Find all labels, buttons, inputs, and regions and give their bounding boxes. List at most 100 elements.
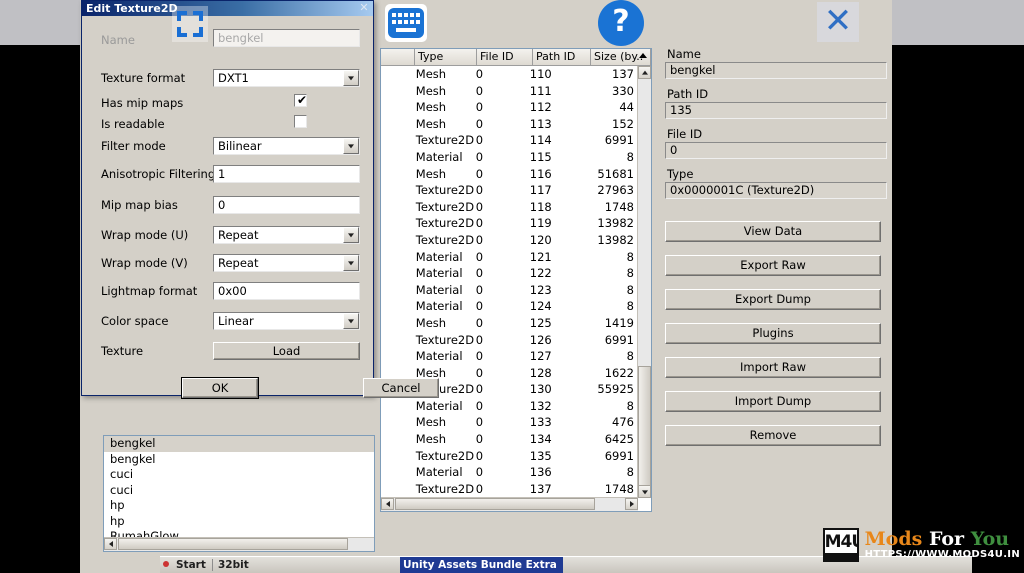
asset-name-list-body[interactable]: bengkel bengkel cuci cuci hp hp RumahGlow — [104, 436, 374, 538]
list-item[interactable]: hp — [104, 498, 374, 514]
table-row[interactable]: Texture2D 0 120 13982 — [381, 232, 638, 249]
dialog-ok-button[interactable]: OK — [182, 378, 258, 398]
column-header-name[interactable] — [381, 49, 415, 65]
table-row[interactable]: Material 0 124 8 — [381, 298, 638, 315]
chevron-down-icon[interactable] — [343, 227, 359, 243]
list-item[interactable]: cuci — [104, 467, 374, 483]
chevron-down-icon[interactable] — [343, 313, 359, 329]
asset-name-list[interactable]: bengkel bengkel cuci cuci hp hp RumahGlow — [103, 435, 375, 552]
export-raw-button[interactable]: Export Raw — [665, 255, 881, 276]
table-cell-path-id: 110 — [529, 67, 552, 81]
table-row[interactable]: Texture2D 0 137 1748 — [381, 481, 638, 498]
dialog-cancel-button[interactable]: Cancel — [363, 378, 439, 398]
list-item[interactable]: cuci — [104, 483, 374, 499]
dialog-lightmap-format-input[interactable]: 0x00 — [213, 282, 360, 300]
table-cell-file-id: 0 — [475, 432, 484, 447]
horizontal-scroll-thumb[interactable] — [395, 498, 595, 510]
close-icon[interactable]: ✕ — [357, 2, 371, 15]
view-data-button[interactable]: View Data — [665, 221, 881, 242]
table-cell-size: 1748 — [604, 199, 634, 214]
dialog-texture-load-button[interactable]: Load — [213, 342, 360, 360]
dialog-is-readable-checkbox[interactable] — [294, 115, 307, 128]
plugins-button[interactable]: Plugins — [665, 323, 881, 344]
scroll-left-button[interactable] — [381, 498, 394, 510]
table-row[interactable]: Material 0 127 8 — [381, 348, 638, 365]
dialog-has-mip-maps-checkbox[interactable]: ✔ — [294, 94, 307, 107]
table-row[interactable]: Texture2D 0 114 6991 — [381, 132, 638, 149]
remove-button[interactable]: Remove — [665, 425, 881, 446]
taskbar-task-unity-assets-bundle-extra[interactable]: Unity Assets Bundle Extra — [400, 557, 563, 573]
table-row[interactable]: Texture2D 0 118 1748 — [381, 199, 638, 216]
table-row[interactable]: Material 0 121 8 — [381, 249, 638, 266]
taskbar-32bit-label[interactable]: 32bit — [218, 558, 249, 572]
asset-table[interactable]: Type File ID Path ID Size (by.. Mesh 0 110… — [380, 48, 652, 512]
name-list-horizontal-scrollbar[interactable] — [104, 537, 374, 551]
table-cell-size: 6991 — [604, 332, 634, 347]
table-cell-type: Texture2D — [415, 332, 474, 347]
table-row[interactable]: Texture2D 0 135 6991 — [381, 448, 638, 465]
asset-table-body[interactable]: Mesh 0 110 137 Mesh 0 111 330 Mesh 0 112 44 Mesh 0 113… — [381, 66, 638, 498]
table-row[interactable]: Texture2D 0 119 13982 — [381, 215, 638, 232]
table-row[interactable]: Mesh 0 111 330 — [381, 83, 638, 100]
keyboard-icon[interactable] — [385, 4, 427, 42]
property-value-name[interactable]: bengkel — [665, 62, 887, 79]
column-header-size[interactable]: Size (by.. — [591, 49, 651, 65]
name-list-scroll-thumb[interactable] — [118, 538, 348, 550]
property-value-type[interactable]: 0x0000001C (Texture2D) — [665, 182, 887, 199]
dialog-wrap-mode-u-select[interactable]: Repeat — [213, 226, 360, 244]
table-cell-path-id: 134 — [529, 432, 552, 447]
fullscreen-expand-icon[interactable] — [172, 6, 208, 42]
table-cell-size: 8 — [626, 398, 634, 413]
list-item[interactable]: bengkel — [104, 436, 374, 452]
column-header-path-id[interactable]: Path ID — [533, 49, 591, 65]
table-row[interactable]: Mesh 0 125 1419 — [381, 315, 638, 332]
table-row[interactable]: Material 0 115 8 — [381, 149, 638, 166]
import-dump-button[interactable]: Import Dump — [665, 391, 881, 412]
start-button[interactable]: Start — [162, 558, 206, 572]
list-item[interactable]: bengkel — [104, 452, 374, 468]
table-row[interactable]: Texture2D 0 117 27963 — [381, 182, 638, 199]
table-row[interactable]: Texture2D 0 126 6991 — [381, 332, 638, 349]
column-header-file-id[interactable]: File ID — [477, 49, 533, 65]
column-header-type[interactable]: Type — [415, 49, 477, 65]
table-cell-path-id: 123 — [529, 282, 552, 297]
dialog-color-space-select[interactable]: Linear — [213, 312, 360, 330]
table-row[interactable]: Material 0 123 8 — [381, 282, 638, 299]
dialog-input-name[interactable]: bengkel — [213, 29, 360, 47]
table-row[interactable]: Mesh 0 116 51681 — [381, 166, 638, 183]
property-value-path-id[interactable]: 135 — [665, 102, 887, 119]
table-row[interactable]: Material 0 122 8 — [381, 265, 638, 282]
dialog-anisotropic-filtering-input[interactable]: 1 — [213, 165, 360, 183]
table-row[interactable]: Mesh 0 113 152 — [381, 116, 638, 133]
dialog-filter-mode-select[interactable]: Bilinear — [213, 137, 360, 155]
table-row[interactable]: Material 0 136 8 — [381, 464, 638, 481]
property-value-file-id[interactable]: 0 — [665, 142, 887, 159]
table-row[interactable]: Mesh 0 134 6425 — [381, 431, 638, 448]
export-dump-button[interactable]: Export Dump — [665, 289, 881, 310]
vertical-scroll-thumb[interactable] — [638, 366, 651, 486]
import-raw-button[interactable]: Import Raw — [665, 357, 881, 378]
close-icon[interactable]: ✕ — [817, 2, 859, 42]
scroll-right-button[interactable] — [625, 498, 638, 510]
scroll-down-button[interactable] — [638, 485, 651, 498]
dialog-wrap-mode-v-select[interactable]: Repeat — [213, 254, 360, 272]
table-row[interactable]: Mesh 0 110 137 — [381, 66, 638, 83]
table-cell-type: Mesh — [415, 166, 447, 181]
dialog-row-lightmap-format: Lightmap format 0x00 — [82, 282, 373, 304]
list-item[interactable]: hp — [104, 514, 374, 530]
name-list-scroll-left-button[interactable] — [104, 538, 117, 550]
table-cell-name — [381, 249, 414, 266]
chevron-down-icon[interactable] — [343, 255, 359, 271]
chevron-down-icon[interactable] — [343, 70, 359, 86]
dialog-mip-map-bias-input[interactable]: 0 — [213, 196, 360, 214]
table-row[interactable]: Mesh 0 133 476 — [381, 414, 638, 431]
table-row[interactable]: Material 0 132 8 — [381, 398, 638, 415]
asset-table-vertical-scrollbar[interactable] — [637, 66, 651, 498]
scroll-up-button[interactable] — [638, 66, 651, 79]
help-icon[interactable]: ? — [598, 0, 644, 46]
table-row[interactable]: Mesh 0 112 44 — [381, 99, 638, 116]
asset-table-horizontal-scrollbar[interactable] — [381, 497, 638, 511]
dialog-texture-format-select[interactable]: DXT1 — [213, 69, 360, 87]
table-cell-name — [381, 116, 414, 133]
chevron-down-icon[interactable] — [343, 138, 359, 154]
